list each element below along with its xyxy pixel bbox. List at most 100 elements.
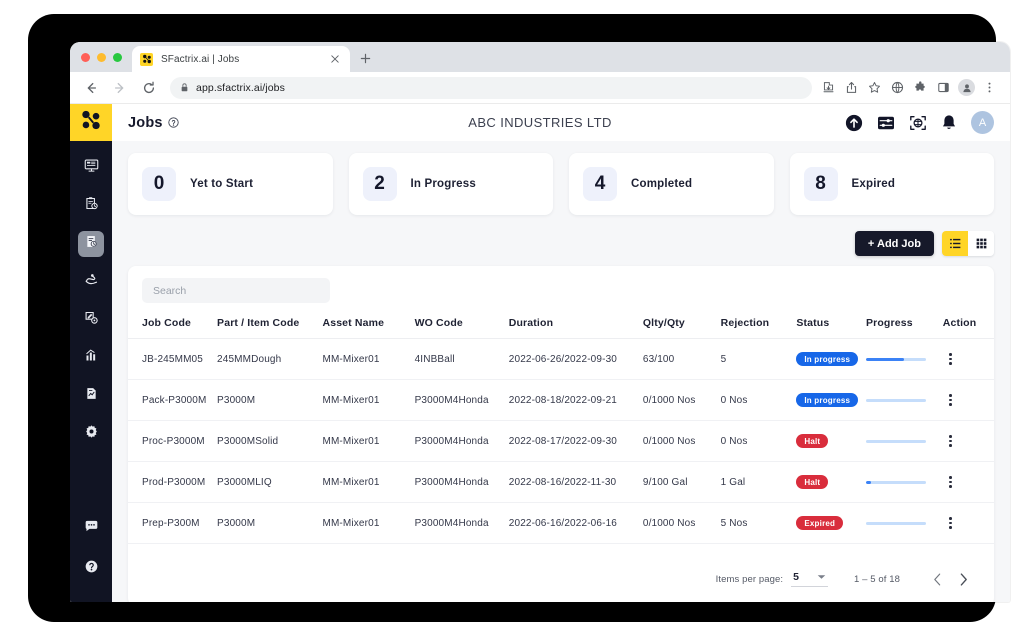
- window-close-button[interactable]: [81, 53, 90, 62]
- add-job-button[interactable]: + Add Job: [854, 231, 934, 256]
- window-minimize-button[interactable]: [97, 53, 106, 62]
- asset-name-cell: MM-Mixer01: [322, 420, 415, 462]
- qlty-qty-cell: 0/1000 Nos: [642, 502, 721, 544]
- status-cell: In progress: [796, 379, 866, 421]
- rejection-cell: 0 Nos: [720, 379, 797, 421]
- browser-tab[interactable]: SFactrix.ai | Jobs: [132, 46, 350, 72]
- table-row[interactable]: Proc-P3000M P3000MSolid MM-Mixer01 P3000M4H…: [128, 420, 994, 462]
- page-title: Jobs: [128, 114, 163, 131]
- chevron-right-icon[interactable]: [950, 566, 976, 592]
- sidebar-item-reports[interactable]: [78, 383, 104, 409]
- rejection-cell: 5 Nos: [720, 502, 797, 544]
- kebab-menu-icon[interactable]: [943, 476, 959, 488]
- jobs-clipboard-icon: [84, 234, 99, 254]
- table-row[interactable]: JB-245MM05 245MMDough MM-Mixer01 4INBBall 20…: [128, 338, 994, 380]
- chrome-menu-icon[interactable]: [979, 77, 1000, 98]
- list-view-icon[interactable]: [942, 231, 968, 256]
- grid-view-icon[interactable]: [968, 231, 994, 256]
- bell-icon[interactable]: [941, 114, 957, 131]
- stat-cards: 0 Yet to Start 2 In Progress 4 Completed…: [128, 153, 994, 215]
- asset-name-cell: MM-Mixer01: [322, 338, 415, 380]
- stat-card-completed[interactable]: 4 Completed: [569, 153, 774, 215]
- sidebar-logo[interactable]: [70, 104, 112, 141]
- progress-bar: [865, 439, 926, 443]
- stat-card-in-progress[interactable]: 2 In Progress: [348, 153, 553, 215]
- browser-tab-strip: SFactrix.ai | Jobs: [70, 42, 1010, 72]
- chevron-down-icon: [817, 573, 826, 582]
- help-circle-icon[interactable]: [168, 117, 179, 128]
- sidebar-item-chat[interactable]: [78, 516, 104, 542]
- bar-chart-icon: [84, 348, 99, 368]
- kebab-menu-icon[interactable]: [943, 353, 959, 365]
- forward-arrow-icon[interactable]: [109, 77, 131, 99]
- share-icon[interactable]: [841, 77, 862, 98]
- column-progress: Progress: [865, 311, 943, 339]
- asset-name-cell: MM-Mixer01: [322, 379, 415, 421]
- kebab-menu-icon[interactable]: [943, 517, 959, 529]
- sidebar-item-maintenance[interactable]: [78, 269, 104, 295]
- sidebar-item-configuration[interactable]: [78, 307, 104, 333]
- sidebar-item-dashboard[interactable]: [78, 155, 104, 181]
- tab-title: SFactrix.ai | Jobs: [161, 53, 240, 65]
- asset-name-cell: MM-Mixer01: [322, 502, 415, 544]
- kebab-menu-icon[interactable]: [943, 435, 959, 447]
- asset-name-cell: MM-Mixer01: [322, 461, 415, 503]
- bookmark-star-icon[interactable]: [864, 77, 885, 98]
- sidebar-item-analytics[interactable]: [78, 345, 104, 371]
- sidebar-item-settings[interactable]: [78, 421, 104, 447]
- stat-count: 4: [583, 167, 617, 201]
- install-icon[interactable]: [818, 77, 839, 98]
- stat-card-expired[interactable]: 8 Expired: [789, 153, 994, 215]
- qlty-qty-cell: 0/1000 Nos: [642, 379, 721, 421]
- progress-bar: [865, 398, 926, 402]
- table-row[interactable]: Prod-P3000M P3000MLIQ MM-Mixer01 P3000M4Hon…: [128, 461, 994, 503]
- side-panel-icon[interactable]: [933, 77, 954, 98]
- search-input[interactable]: [142, 278, 330, 303]
- column-action: Action: [942, 311, 994, 339]
- job-code-cell: Prep-P300M: [128, 502, 218, 544]
- items-per-page-select[interactable]: 5: [791, 571, 828, 587]
- kebab-menu-icon[interactable]: [943, 394, 959, 406]
- duration-cell: 2022-06-26/2022-09-30: [508, 338, 643, 380]
- close-icon[interactable]: [328, 52, 342, 66]
- chevron-left-icon[interactable]: [924, 566, 950, 592]
- stat-card-yet-to-start[interactable]: 0 Yet to Start: [128, 153, 333, 215]
- table-row[interactable]: Prep-P300M P3000M MM-Mixer01 P3000M4Honda 20…: [128, 502, 994, 544]
- sidebar-item-jobs[interactable]: [78, 231, 104, 257]
- jobs-table: Job Code Part / Item Code Asset Name WO …: [128, 311, 994, 544]
- column-wo-code: WO Code: [414, 311, 509, 339]
- table-row[interactable]: Pack-P3000M P3000M MM-Mixer01 P3000M4Honda 2…: [128, 379, 994, 421]
- sidebar-item-help[interactable]: [78, 556, 104, 582]
- status-badge: Halt: [796, 475, 829, 489]
- pagination-range: 1 – 5 of 18: [854, 573, 900, 585]
- progress-bar-fill: [865, 357, 904, 361]
- scan-qr-icon[interactable]: [909, 114, 927, 132]
- job-code-cell: Prod-P3000M: [128, 461, 218, 503]
- upload-circle-icon[interactable]: [845, 114, 863, 132]
- progress-bar: [865, 357, 926, 361]
- table-header-row: Job Code Part / Item Code Asset Name WO …: [128, 311, 994, 339]
- back-arrow-icon[interactable]: [80, 77, 102, 99]
- avatar[interactable]: A: [971, 111, 994, 134]
- window-controls: [81, 53, 122, 62]
- stat-label: Completed: [631, 178, 693, 190]
- sidebar-item-schedule[interactable]: [78, 193, 104, 219]
- globe-icon[interactable]: [887, 77, 908, 98]
- plus-icon[interactable]: [356, 49, 374, 67]
- part-item-code-cell: P3000M: [217, 379, 323, 421]
- action-cell: [942, 338, 994, 380]
- progress-bar: [865, 521, 926, 525]
- sidebar-bottom-nav: [78, 516, 104, 602]
- wo-code-cell: P3000M4Honda: [414, 502, 509, 544]
- window-maximize-button[interactable]: [113, 53, 122, 62]
- status-cell: Halt: [796, 420, 866, 462]
- profile-avatar-icon[interactable]: [956, 77, 977, 98]
- help-circle-icon: [84, 559, 99, 579]
- address-bar[interactable]: app.sfactrix.ai/jobs: [170, 76, 812, 99]
- extensions-puzzle-icon[interactable]: [910, 77, 931, 98]
- stat-label: Yet to Start: [190, 178, 254, 190]
- reload-icon[interactable]: [138, 77, 160, 99]
- report-document-icon: [84, 386, 99, 406]
- part-item-code-cell: 245MMDough: [217, 338, 323, 380]
- sliders-icon[interactable]: [877, 115, 895, 131]
